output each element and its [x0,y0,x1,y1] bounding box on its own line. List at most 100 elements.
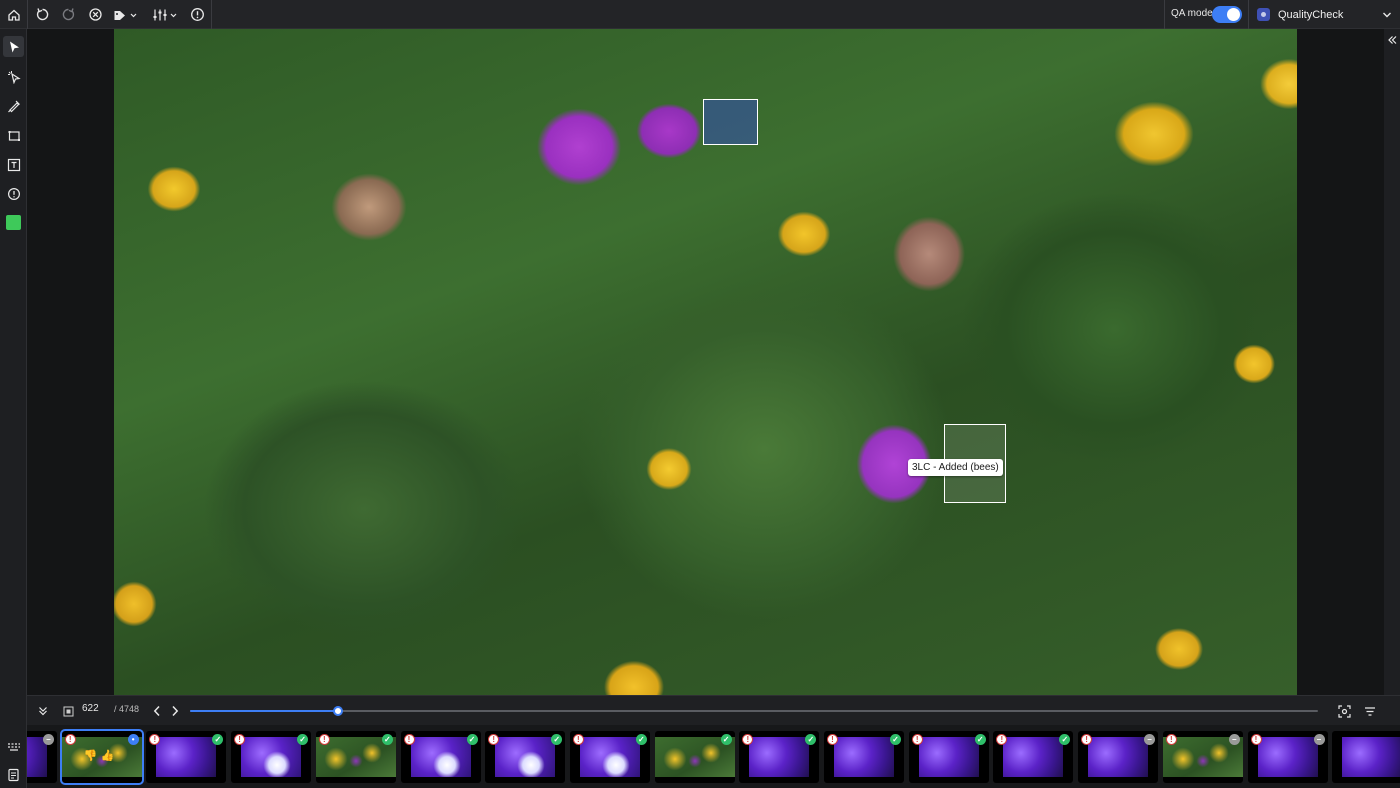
approved-check-icon: ✓ [720,734,732,745]
filmstrip-thumbnail[interactable]: ! ✓ [231,731,312,783]
issue-tool-icon[interactable] [3,183,24,204]
bounding-box-annotation[interactable] [703,99,758,145]
dataset-select[interactable]: QualityCheck [1250,2,1398,27]
scrubber-handle[interactable] [332,706,343,716]
filmstrip-thumbnail[interactable]: ! ✓ [146,731,227,783]
frame-icon [60,702,76,720]
playback-controls: 622 / 4748 [27,695,1400,725]
info-badge-icon: • [127,734,139,745]
keyboard-shortcuts-icon[interactable] [5,738,22,755]
vote-icons[interactable]: 👎 👍 [84,749,114,762]
undo-icon[interactable] [33,4,51,25]
collapse-filmstrip-icon[interactable] [35,702,51,720]
filmstrip-thumbnail[interactable]: ! – [1247,731,1328,783]
thumbnail-image [1342,737,1400,777]
thumbnail-image [1088,737,1149,777]
scrubber-progress [190,710,338,712]
approved-check-icon: ✓ [212,734,224,745]
approved-check-icon: ✓ [974,734,986,745]
previous-frame-icon[interactable] [150,702,164,720]
thumbnail-image [156,737,217,777]
toggle-knob [1227,8,1240,21]
filmstrip-thumbnail[interactable]: ! ✓ [739,731,820,783]
filmstrip-thumbnail[interactable]: ! ✓ [315,731,396,783]
tool-sidebar [0,29,27,788]
approved-check-icon: ✓ [890,734,901,745]
dataset-select-value: QualityCheck [1278,8,1344,21]
right-rail [1384,29,1400,695]
toolbar-divider [1248,0,1249,29]
pending-badge-icon: – [1144,734,1156,745]
thumbnail-image [579,737,640,777]
pending-badge-icon: – [1313,734,1325,745]
warning-badge-icon: ! [572,734,584,745]
thumbnail-image [1257,737,1318,777]
filmstrip-thumbnail[interactable] [1332,731,1400,783]
thumbnail-image [1003,737,1064,777]
warning-badge-icon: ! [1250,734,1262,745]
text-tool-icon[interactable] [3,154,24,175]
filmstrip-thumbnail[interactable]: ! – [1078,731,1159,783]
fit-to-screen-icon[interactable] [1335,702,1353,720]
filmstrip-thumbnail[interactable]: ! ✓ [569,731,650,783]
warning-badge-icon: ! [318,734,330,745]
frame-scrubber[interactable] [190,706,1318,716]
brush-tool-icon[interactable] [3,95,24,116]
total-frames: / 4748 [114,704,140,714]
filmstrip-thumbnail[interactable]: – [27,731,57,783]
filmstrip-thumbnail[interactable]: ! ✓ [400,731,481,783]
filmstrip-thumbnail[interactable]: ! ✓ [908,731,989,783]
issues-icon[interactable] [188,4,206,25]
clear-history-icon[interactable] [86,4,104,25]
filmstrip-thumbnail[interactable]: ! – [1162,731,1243,783]
warning-badge-icon: ! [827,734,838,745]
approved-check-icon: ✓ [381,734,393,745]
toolbar-divider [211,0,212,29]
redo-icon[interactable] [59,4,77,25]
thumbnail-image [410,737,471,777]
filmstrip-thumbnail[interactable]: ! ✓ [485,731,566,783]
chevron-down-icon [1383,12,1391,17]
top-toolbar: QA mode QualityCheck [0,0,1400,29]
filmstrip: –! • 👎 👍! ✓! ✓! ✓! ✓! ✓! ✓ ✓! ✓! ✓! ✓! ✓! –! –! – [27,725,1400,788]
qa-mode-toggle[interactable] [1212,6,1242,23]
approved-check-icon: ✓ [1059,734,1071,745]
annotation-label: 3LC - Added (bees) [908,459,1003,476]
filmstrip-thumbnail[interactable]: ! • 👎 👍 [59,729,144,785]
filter-icon[interactable] [1361,702,1379,720]
image-canvas[interactable]: 3LC - Added (bees) [27,29,1384,695]
collapse-panel-icon[interactable] [1387,35,1397,45]
filmstrip-thumbnail[interactable]: ! ✓ [824,731,904,783]
approved-check-icon: ✓ [466,734,478,745]
filmstrip-thumbnail[interactable]: ! ✓ [993,731,1074,783]
approved-check-icon: ✓ [635,734,647,745]
filmstrip-thumbnail[interactable]: ✓ [654,731,735,783]
pending-badge-icon: – [43,734,54,745]
warning-badge-icon: ! [64,734,76,745]
tag-menu-icon[interactable] [112,4,138,25]
label-color-swatch[interactable] [6,215,21,230]
bounding-box-tool-icon[interactable] [3,125,24,146]
thumbnail-image [834,737,894,777]
pending-badge-icon: – [1228,734,1240,745]
next-frame-icon[interactable] [168,702,182,720]
approved-check-icon: ✓ [551,734,563,745]
qa-mode-label: QA mode [1171,8,1213,19]
current-frame-input[interactable]: 622 [82,703,99,714]
smart-select-tool-icon[interactable] [3,66,24,87]
approved-check-icon: ✓ [805,734,817,745]
warning-badge-icon: ! [403,734,415,745]
toolbar-divider [27,0,28,29]
thumbnail-image [918,737,979,777]
dataset-icon [1257,8,1270,21]
thumbnail-image [241,737,302,777]
warning-badge-icon: ! [911,734,923,745]
approved-check-icon: ✓ [297,734,309,745]
home-icon[interactable] [5,4,23,25]
select-tool-icon[interactable] [3,36,24,57]
thumbnail-image [749,737,810,777]
adjustments-menu-icon[interactable] [151,4,179,25]
warning-badge-icon: ! [1165,734,1177,745]
notes-icon[interactable] [5,766,22,783]
thumbnail-image [495,737,556,777]
